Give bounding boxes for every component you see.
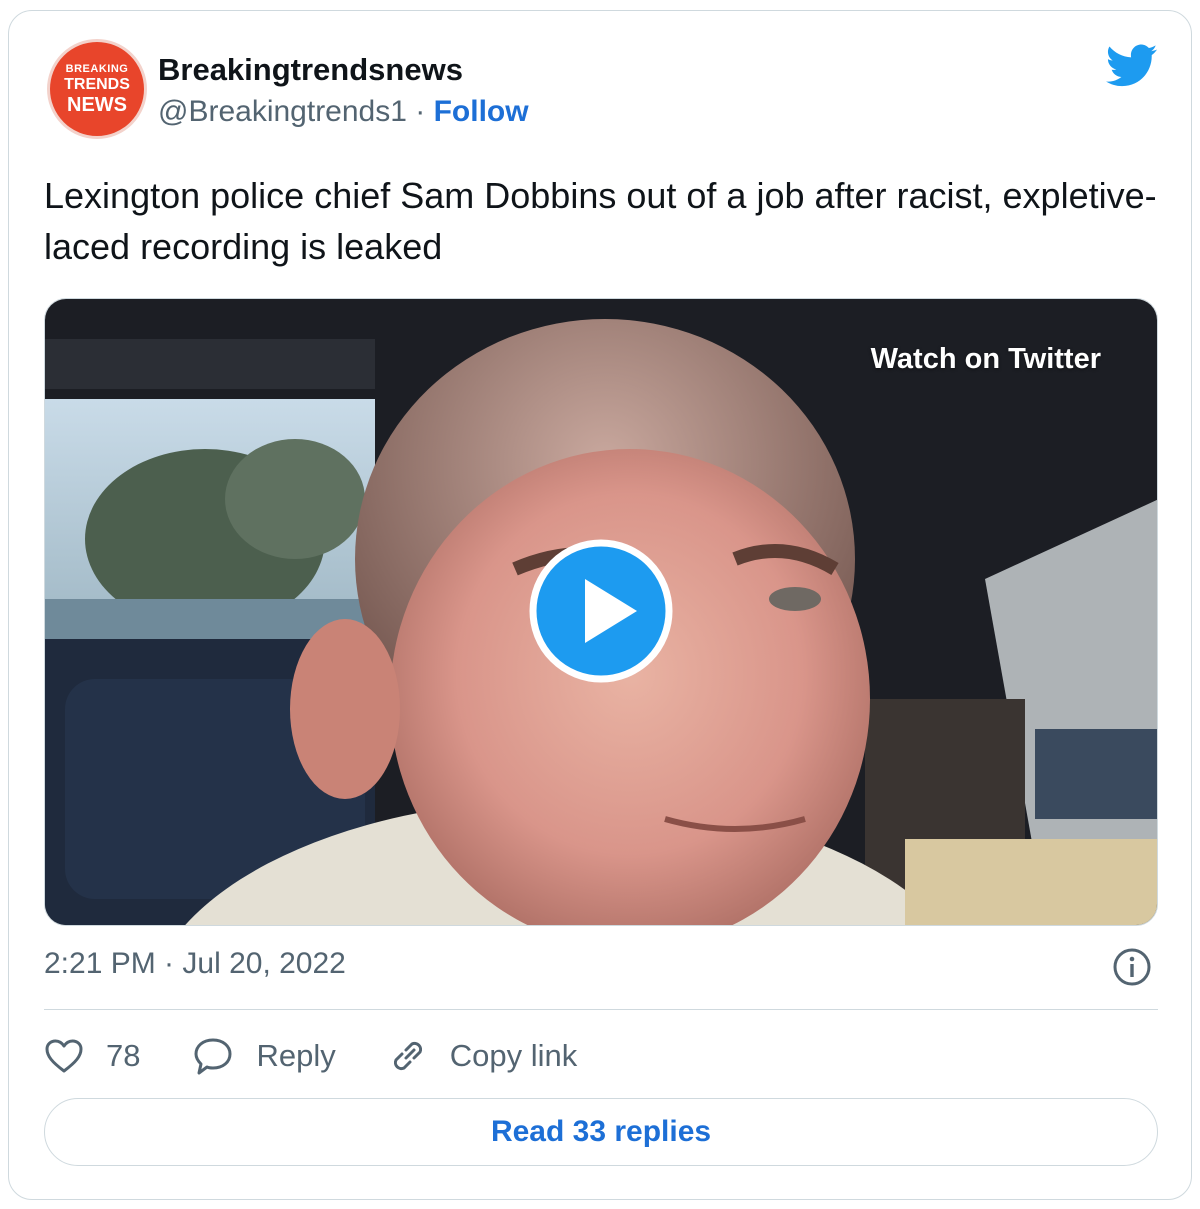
avatar-text-line-3: NEWS: [67, 93, 127, 116]
video-thumbnail[interactable]: Watch on Twitter: [44, 298, 1158, 926]
reply-label: Reply: [256, 1038, 336, 1073]
link-icon: [393, 1041, 422, 1071]
twitter-bird-icon[interactable]: [1106, 44, 1158, 88]
heart-icon: [45, 1039, 83, 1073]
follow-button[interactable]: Follow: [434, 95, 529, 128]
action-bar: 78 Reply Copy link: [44, 1030, 629, 1082]
author-display-name[interactable]: Breakingtrendsnews: [158, 52, 463, 88]
divider: [44, 1009, 1158, 1010]
author-handle[interactable]: @Breakingtrends1: [158, 95, 407, 128]
read-replies-button[interactable]: Read 33 replies: [44, 1098, 1158, 1166]
like-button[interactable]: 78: [44, 1038, 140, 1074]
reply-icon: [194, 1038, 232, 1075]
like-count: 78: [106, 1038, 141, 1073]
tweet-text: Lexington police chief Sam Dobbins out o…: [44, 175, 1157, 267]
avatar-text-line-1: BREAKING: [65, 62, 129, 75]
read-replies-label: Read 33 replies: [490, 1115, 712, 1148]
avatar[interactable]: BREAKING TRENDS NEWS: [47, 39, 147, 139]
info-icon[interactable]: [1112, 947, 1152, 987]
author-handle-row: @Breakingtrends1 · Follow: [158, 95, 529, 129]
play-icon[interactable]: [529, 539, 673, 683]
copy-link-button[interactable]: Copy link: [388, 1036, 578, 1076]
reply-button[interactable]: Reply: [192, 1036, 336, 1076]
avatar-text-line-2: TRENDS: [64, 75, 130, 93]
watch-on-twitter-label[interactable]: Watch on Twitter: [871, 343, 1101, 376]
handle-separator: ·: [415, 95, 426, 128]
copy-link-label: Copy link: [449, 1038, 578, 1073]
tweet-timestamp[interactable]: 2:21 PM · Jul 20, 2022: [44, 947, 346, 981]
